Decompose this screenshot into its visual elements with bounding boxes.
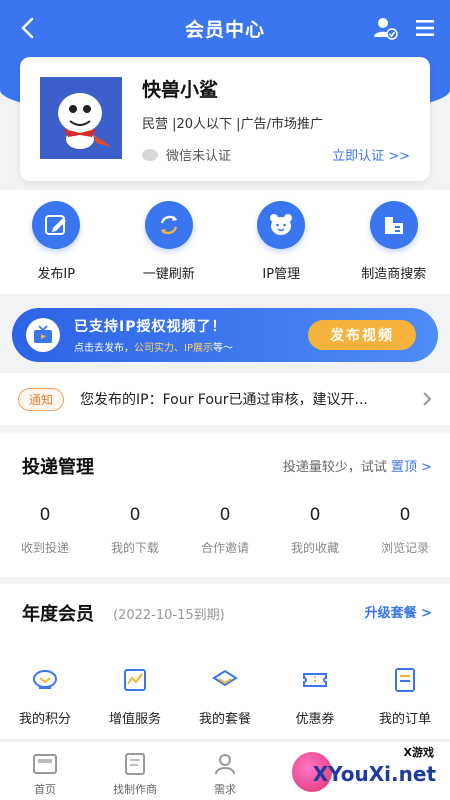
stat-label: 合作邀请: [200, 541, 249, 555]
banner-sub-prefix: 点击去发布，: [74, 343, 134, 354]
quick-action-ip-management[interactable]: IP管理: [225, 190, 338, 294]
quick-action-label: 发布IP: [37, 267, 76, 282]
quick-action-maker-search[interactable]: 制造商搜索: [338, 190, 450, 294]
tab-label: 需求: [214, 783, 236, 796]
watermark-label: X游戏: [403, 746, 434, 759]
profile-card: 快兽小鲨 民营 |20人以下 |广告/市场推广 微信未认证 立即认证 >>: [20, 57, 430, 181]
membership-title: 年度会员: [22, 604, 94, 625]
coupon-icon: [301, 666, 329, 694]
member-item-label: 我的订单: [378, 712, 431, 727]
refresh-icon: [144, 201, 193, 249]
tv-icon: [26, 318, 60, 352]
member-item-value-added[interactable]: 增值服务: [90, 666, 180, 727]
member-item-label: 我的积分: [18, 712, 71, 727]
bear-face-icon: [257, 201, 306, 249]
banner-title: 已支持IP授权视频了！: [74, 319, 227, 335]
membership-items: 我的积分 增值服务 我的套餐 优惠券 我的订单: [0, 666, 450, 727]
stat-value: 0: [219, 505, 231, 525]
wechat-status-label: 微信未认证: [166, 149, 232, 164]
notice-bar[interactable]: 通知 您发布的IP：Four Four已通过审核，建议开...: [0, 373, 450, 425]
user-verified-icon[interactable]: [372, 15, 398, 41]
home-icon: [33, 754, 57, 774]
member-item-orders[interactable]: 我的订单: [360, 666, 450, 727]
avatar[interactable]: [40, 77, 122, 159]
stat-label: 浏览记录: [380, 541, 429, 555]
tab-demand[interactable]: 需求: [180, 741, 270, 800]
stat-downloads[interactable]: 0 我的下载: [90, 505, 180, 556]
stat-value: 0: [399, 505, 411, 525]
watermark: X游戏 XYouXi.net: [284, 742, 444, 798]
stat-invitations[interactable]: 0 合作邀请: [180, 505, 270, 556]
wechat-icon: [142, 148, 158, 161]
chevron-right-icon: [423, 392, 432, 406]
quick-action-label: 一键刷新: [142, 267, 195, 282]
quick-action-label: IP管理: [262, 267, 301, 282]
demand-icon: [215, 754, 235, 775]
stat-received[interactable]: 0 收到投递: [0, 505, 90, 556]
banner-subtitle: 点击去发布，公司实力、IP展示等～: [74, 339, 233, 354]
verify-now-link[interactable]: 立即认证 >>: [332, 145, 410, 164]
stat-label: 收到投递: [20, 541, 69, 555]
tab-find-maker[interactable]: 找制作商: [90, 741, 180, 800]
delivery-stats: 0 收到投递 0 我的下载 0 合作邀请 0 我的收藏 0 浏览记录: [0, 505, 450, 556]
company-name: 快兽小鲨: [142, 79, 219, 101]
quick-actions: 发布IP 一键刷新 IP管理 制造商搜索: [0, 190, 450, 294]
package-icon: [211, 666, 239, 694]
upgrade-plan-link[interactable]: 升级套餐 >: [365, 602, 432, 621]
pin-top-link[interactable]: 置顶 >: [391, 460, 432, 475]
membership-expire: (2022-10-15到期): [113, 608, 225, 623]
quick-action-label: 制造商搜索: [361, 267, 427, 282]
points-icon: [31, 666, 59, 694]
order-icon: [391, 666, 419, 694]
banner-sub-suffix: 等～: [212, 343, 233, 354]
page-title: 会员中心: [184, 18, 265, 41]
menu-icon[interactable]: [414, 17, 436, 39]
tab-label: 首页: [34, 783, 56, 796]
notice-tag: 通知: [18, 387, 65, 411]
wechat-status: 微信未认证: [142, 145, 231, 164]
publish-video-button[interactable]: 发布视频: [308, 320, 416, 350]
stat-favorites[interactable]: 0 我的收藏: [270, 505, 360, 556]
stat-label: 我的收藏: [290, 541, 339, 555]
stat-history[interactable]: 0 浏览记录: [360, 505, 450, 556]
top-bar: 会员中心: [0, 0, 450, 56]
member-item-coupon[interactable]: 优惠券: [270, 666, 360, 727]
delivery-title: 投递管理: [22, 457, 94, 478]
stat-value: 0: [39, 505, 51, 525]
factory-icon: [369, 201, 418, 249]
watermark-text: XYouXi.net: [312, 762, 436, 786]
member-item-label: 我的套餐: [198, 712, 251, 727]
notice-text: 您发布的IP：Four Four已通过审核，建议开...: [80, 392, 368, 408]
member-item-package[interactable]: 我的套餐: [180, 666, 270, 727]
stat-value: 0: [129, 505, 141, 525]
delivery-section: 投递管理 投递量较少，试试 置顶 > 0 收到投递 0 我的下载 0 合作邀请 …: [0, 433, 450, 577]
company-meta: 民营 |20人以下 |广告/市场推广: [142, 117, 323, 132]
member-item-label: 增值服务: [108, 712, 161, 727]
stat-value: 0: [309, 505, 321, 525]
edit-icon: [32, 201, 81, 249]
stat-label: 我的下载: [110, 541, 159, 555]
tab-label: 找制作商: [113, 783, 157, 796]
promo-banner[interactable]: 已支持IP授权视频了！ 点击去发布，公司实力、IP展示等～ 发布视频: [12, 308, 438, 362]
tab-home[interactable]: 首页: [0, 741, 90, 800]
banner-sub-highlight: 公司实力、IP展示: [134, 343, 213, 354]
member-item-points[interactable]: 我的积分: [0, 666, 90, 727]
delivery-hint: 投递量较少，试试 置顶 >: [283, 456, 432, 475]
membership-section: 年度会员 (2022-10-15到期) 升级套餐 > 我的积分 增值服务 我的套…: [0, 584, 450, 739]
member-item-label: 优惠券: [295, 712, 335, 727]
back-arrow-icon[interactable]: [14, 14, 40, 42]
quick-action-refresh[interactable]: 一键刷新: [113, 190, 226, 294]
search-maker-icon: [125, 753, 145, 775]
delivery-hint-text: 投递量较少，试试: [282, 460, 387, 475]
chart-icon: [121, 666, 149, 694]
banner-text: 已支持IP授权视频了！ 点击去发布，公司实力、IP展示等～: [74, 316, 233, 354]
quick-action-publish-ip[interactable]: 发布IP: [0, 190, 113, 294]
